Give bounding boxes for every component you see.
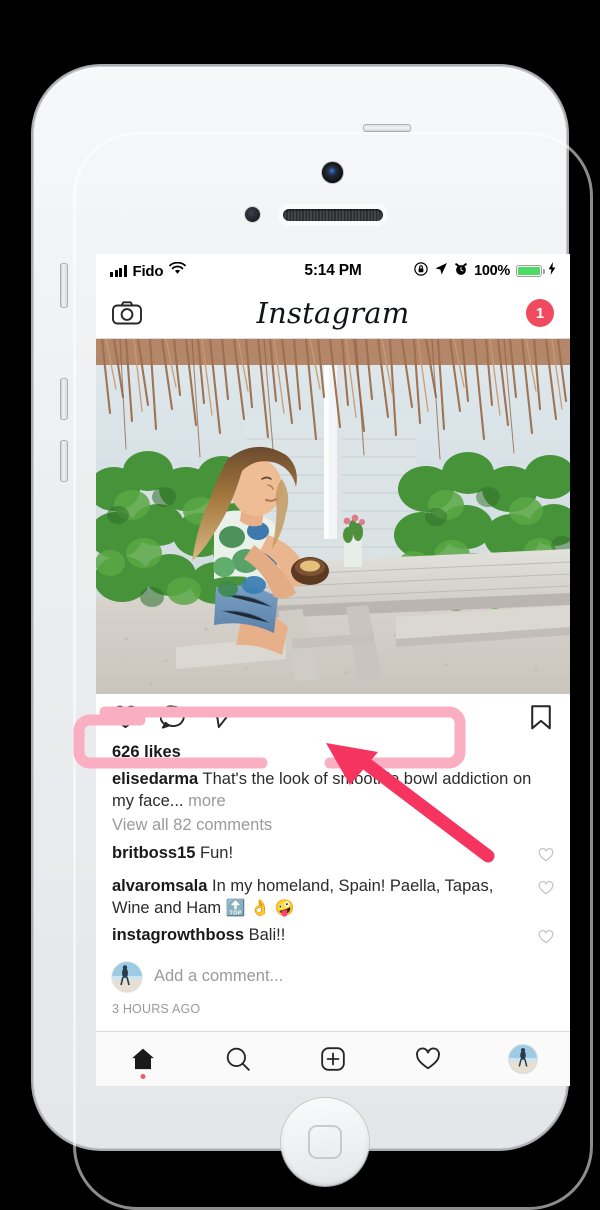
lightning-bolt-icon — [548, 262, 556, 280]
comment-text: Fun! — [200, 844, 234, 863]
nav-item-add-post[interactable] — [305, 1037, 361, 1081]
page-title: Instagram — [256, 296, 410, 330]
battery-full-icon — [516, 264, 545, 278]
power-button[interactable] — [363, 124, 411, 132]
home-button-square-icon — [308, 1125, 342, 1159]
home-button[interactable] — [281, 1098, 369, 1186]
caption-username[interactable]: elisedarma — [112, 770, 198, 788]
comment-emoji: 🔝 👌 🤪 — [225, 899, 295, 917]
clock-time: 5:14 PM — [304, 262, 362, 279]
bottom-nav — [96, 1031, 570, 1086]
post-action-row — [96, 694, 570, 740]
post-caption: elisedarma That's the look of smoothie b… — [112, 769, 554, 813]
heart-outline-icon[interactable] — [538, 876, 554, 903]
comment-body: britboss15 Fun! — [112, 843, 538, 865]
comment-username[interactable]: britboss15 — [112, 844, 195, 862]
app-header: Instagram 1 — [96, 288, 570, 339]
volume-up-button[interactable] — [60, 378, 68, 420]
nav-item-home[interactable] — [115, 1037, 171, 1081]
comment-row: instagrowthboss Bali!! — [112, 925, 554, 952]
likes-count[interactable]: 626 likes — [112, 742, 554, 764]
comment-body: alvaromsala In my homeland, Spain! Paell… — [112, 876, 538, 920]
phone-screen: Fido 5:14 PM 100% Instagram 1 626 likes … — [96, 254, 570, 1086]
notification-badge[interactable]: 1 — [526, 299, 554, 327]
heart-outline-icon[interactable] — [538, 843, 554, 870]
camera-icon[interactable] — [112, 301, 142, 325]
heart-icon[interactable] — [112, 704, 139, 736]
nav-item-profile[interactable] — [495, 1037, 551, 1081]
nav-item-activity[interactable] — [400, 1037, 456, 1081]
rotation-lock-icon — [414, 261, 428, 281]
caption-more-link[interactable]: more — [188, 792, 226, 810]
add-comment-input[interactable]: Add a comment... — [154, 966, 283, 988]
wifi-icon — [169, 261, 187, 280]
profile-avatar-icon — [508, 1045, 537, 1073]
phone-device-frame: Fido 5:14 PM 100% Instagram 1 626 likes … — [33, 66, 570, 1186]
comment-username[interactable]: alvaromsala — [112, 877, 207, 895]
post-timestamp: 3 HOURS AGO — [112, 1002, 201, 1017]
nav-item-search[interactable] — [210, 1037, 266, 1081]
add-comment-row[interactable]: Add a comment... — [112, 962, 554, 993]
heart-outline-icon[interactable] — [538, 925, 554, 952]
battery-percent-label: 100% — [474, 263, 510, 279]
comment-text: Bali!! — [248, 926, 286, 945]
proximity-sensor — [245, 207, 260, 222]
view-all-comments-link[interactable]: View all 82 comments — [112, 815, 554, 837]
comment-body: instagrowthboss Bali!! — [112, 925, 538, 947]
volume-down-button[interactable] — [60, 440, 68, 482]
bookmark-icon[interactable] — [528, 704, 554, 736]
signal-bars-icon — [110, 265, 127, 277]
comment-row: alvaromsala In my homeland, Spain! Paell… — [112, 876, 554, 920]
alarm-clock-icon — [454, 262, 468, 281]
comment-row: britboss15 Fun! — [112, 843, 554, 870]
earpiece-speaker — [283, 209, 383, 221]
carrier-label: Fido — [132, 262, 164, 280]
location-arrow-icon — [434, 262, 448, 281]
avatar — [112, 962, 142, 993]
mute-switch[interactable] — [60, 263, 68, 308]
front-camera — [322, 162, 343, 183]
post-photo[interactable] — [96, 339, 570, 694]
post-body: 626 likes elisedarma That's the look of … — [96, 742, 570, 1018]
send-paper-plane-icon[interactable] — [208, 704, 235, 736]
comment-bubble-icon[interactable] — [159, 704, 187, 736]
comment-username[interactable]: instagrowthboss — [112, 926, 244, 944]
status-bar: Fido 5:14 PM 100% — [96, 254, 570, 288]
active-indicator-dot — [140, 1074, 146, 1079]
